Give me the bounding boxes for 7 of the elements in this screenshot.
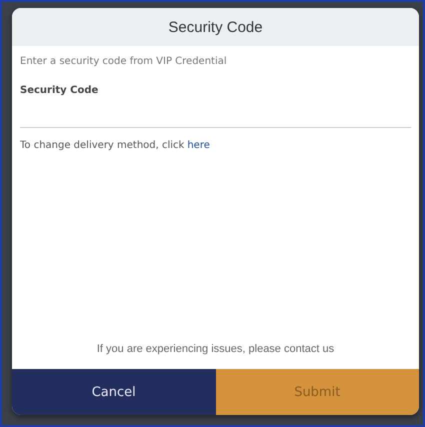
field-label: Security Code: [20, 85, 100, 96]
help-text: If you are experiencing issues, please contact us: [96, 343, 336, 355]
here-link[interactable]: here: [187, 140, 210, 151]
cancel-button[interactable]: Cancel: [12, 369, 216, 415]
dialog-title: Security Code: [168, 18, 263, 36]
instruction-text: Enter a security code from VIP Credential: [20, 56, 228, 67]
delivery-method-text: To change delivery method, click here: [20, 140, 211, 151]
